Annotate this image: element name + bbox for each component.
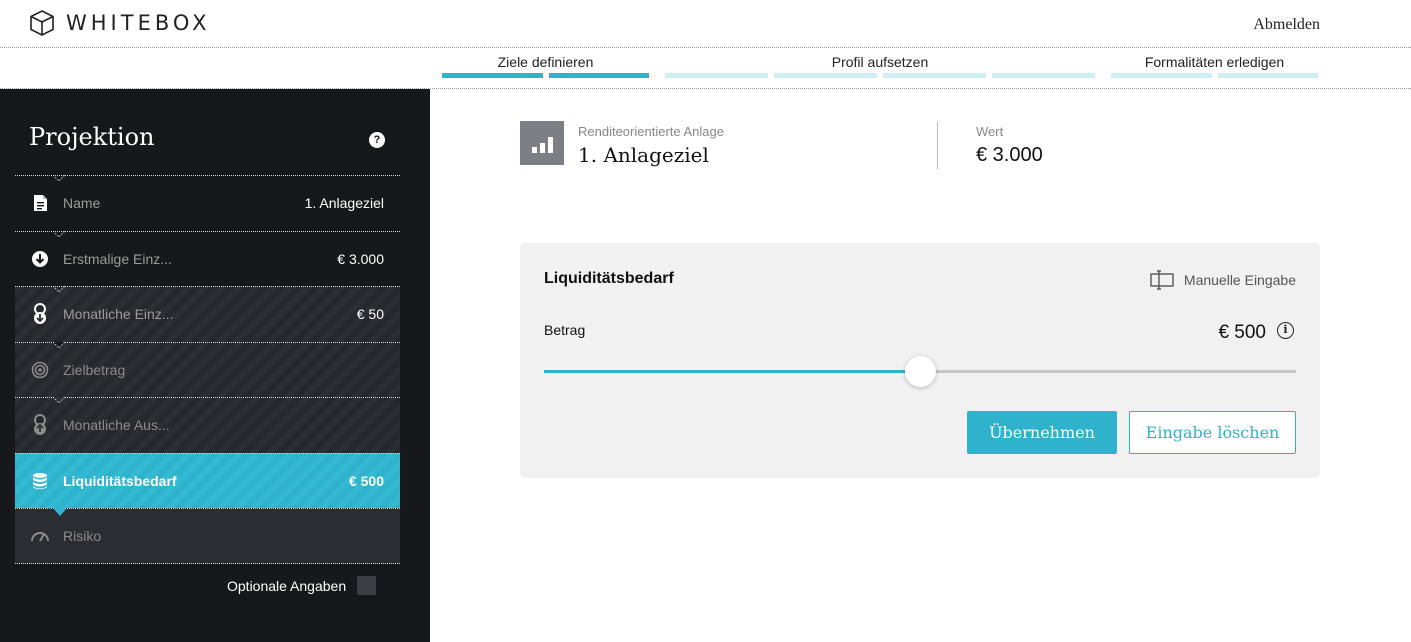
step-bars bbox=[442, 73, 649, 78]
sidebar-item-name[interactable]: Name 1. Anlageziel bbox=[15, 175, 400, 231]
logout-link[interactable]: Abmelden bbox=[1253, 16, 1320, 34]
apply-button[interactable]: Übernehmen bbox=[967, 411, 1117, 454]
optional-toggle[interactable]: Optionale Angaben bbox=[227, 576, 377, 595]
active-pointer bbox=[53, 508, 67, 516]
progress-segment bbox=[774, 73, 877, 78]
step-bars bbox=[1111, 73, 1318, 78]
progress-segment bbox=[665, 73, 768, 78]
help-icon[interactable]: ? bbox=[369, 132, 385, 148]
top-header: WHITEBOX Abmelden bbox=[0, 0, 1411, 48]
clear-input-button[interactable]: Eingabe löschen bbox=[1129, 411, 1296, 454]
notch-marker bbox=[53, 397, 65, 404]
sidebar-item-label: Zielbetrag bbox=[63, 361, 126, 378]
liquidity-card: Liquiditätsbedarf Manuelle Eingabe Betra… bbox=[520, 243, 1320, 478]
slider-fill bbox=[544, 370, 920, 373]
logo-text: WHITEBOX bbox=[66, 11, 211, 35]
projection-sidebar: Projektion ? Name 1. Anlageziel Erstmali… bbox=[0, 89, 430, 642]
progress-segment bbox=[992, 73, 1095, 78]
sidebar-item-label: Monatliche Einz... bbox=[63, 306, 174, 323]
goal-value: € 3.000 bbox=[976, 144, 1043, 166]
notch-marker bbox=[53, 286, 65, 293]
step-ziele-definieren[interactable]: Ziele definieren bbox=[442, 53, 649, 78]
step-label: Profil aufsetzen bbox=[831, 54, 929, 70]
step-label: Ziele definieren bbox=[497, 54, 594, 70]
sidebar-item-value: € 500 bbox=[348, 472, 384, 489]
target-icon bbox=[30, 360, 50, 380]
step-profil-aufsetzen[interactable]: Profil aufsetzen bbox=[665, 53, 1095, 78]
progress-segment bbox=[548, 73, 649, 78]
sidebar-item-risiko[interactable]: Risiko bbox=[15, 508, 400, 564]
notch-marker bbox=[53, 341, 65, 349]
card-title: Liquiditätsbedarf bbox=[544, 270, 674, 287]
manual-input-toggle[interactable]: Manuelle Eingabe bbox=[1150, 270, 1296, 290]
slider-thumb[interactable] bbox=[905, 356, 936, 387]
amount-label: Betrag bbox=[544, 322, 586, 338]
recurring-payout-icon bbox=[30, 414, 50, 436]
sidebar-item-monatliche-einzahlung[interactable]: Monatliche Einz... € 50 bbox=[15, 286, 400, 342]
progress-segment bbox=[1217, 73, 1318, 78]
step-formalitaeten-erledigen[interactable]: Formalitäten erledigen bbox=[1111, 53, 1318, 78]
bar-chart-icon bbox=[520, 121, 564, 165]
info-icon[interactable]: i bbox=[1277, 322, 1294, 339]
progress-stepper: Ziele definieren Profil aufsetzen Formal… bbox=[0, 48, 1411, 89]
manual-input-label: Manuelle Eingabe bbox=[1183, 272, 1296, 288]
sidebar-item-label: Name bbox=[63, 195, 101, 212]
sidebar-item-value: € 50 bbox=[356, 306, 384, 323]
sidebar-item-zielbetrag[interactable]: Zielbetrag bbox=[15, 341, 400, 397]
progress-segment bbox=[883, 73, 986, 78]
sidebar-item-liquiditaetsbedarf[interactable]: Liquiditätsbedarf € 500 bbox=[15, 452, 400, 516]
progress-segment bbox=[442, 73, 543, 78]
sidebar-item-value: € 3.000 bbox=[337, 250, 384, 267]
notch-marker bbox=[53, 175, 65, 182]
goal-name: 1. Anlageziel bbox=[578, 143, 709, 167]
document-icon bbox=[30, 193, 50, 213]
gauge-icon bbox=[30, 526, 50, 546]
sidebar-title: Projektion bbox=[29, 123, 155, 151]
recurring-deposit-icon bbox=[30, 303, 50, 325]
vertical-divider bbox=[937, 121, 938, 169]
projection-list: Name 1. Anlageziel Erstmalige Einz... € … bbox=[15, 175, 400, 564]
sidebar-item-monatliche-auszahlung[interactable]: Monatliche Aus... bbox=[15, 397, 400, 453]
arrow-down-circle-icon bbox=[30, 249, 50, 269]
progress-segment bbox=[1111, 73, 1212, 78]
sidebar-item-value: 1. Anlageziel bbox=[304, 195, 384, 212]
text-cursor-icon bbox=[1150, 270, 1174, 290]
cube-logo-icon bbox=[30, 10, 54, 36]
goal-value-label: Wert bbox=[976, 124, 1004, 139]
goal-type-label: Renditeorientierte Anlage bbox=[578, 124, 724, 139]
optional-label: Optionale Angaben bbox=[227, 577, 347, 594]
sidebar-item-label: Monatliche Aus... bbox=[63, 417, 170, 434]
step-bars bbox=[665, 73, 1095, 78]
sidebar-item-label: Liquiditätsbedarf bbox=[63, 472, 177, 489]
logo[interactable]: WHITEBOX bbox=[28, 9, 210, 37]
sidebar-item-label: Risiko bbox=[63, 527, 102, 544]
sidebar-item-erstmalige-einzahlung[interactable]: Erstmalige Einz... € 3.000 bbox=[15, 230, 400, 287]
optional-checkbox[interactable] bbox=[357, 576, 377, 595]
notch-marker bbox=[53, 230, 65, 238]
amount-value: € 500 bbox=[1218, 322, 1266, 343]
amount-slider[interactable] bbox=[544, 356, 1296, 387]
sidebar-item-label: Erstmalige Einz... bbox=[63, 250, 172, 267]
coin-stack-icon bbox=[30, 471, 50, 491]
step-label: Formalitäten erledigen bbox=[1144, 54, 1285, 70]
